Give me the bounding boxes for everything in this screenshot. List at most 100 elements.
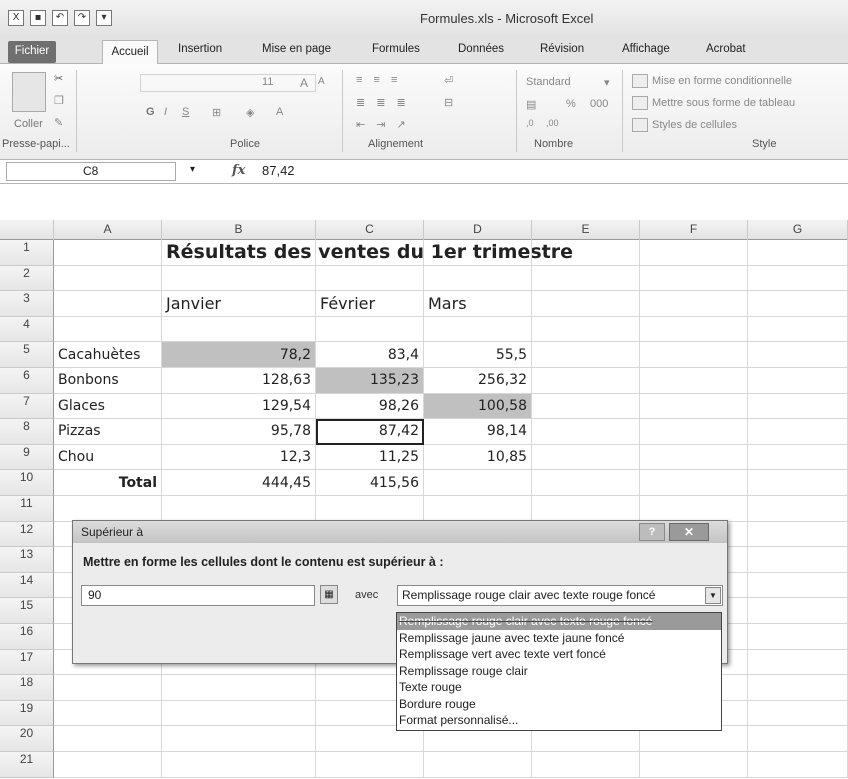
row-header[interactable]: 20 (0, 726, 54, 752)
cell[interactable] (532, 470, 640, 496)
column-header-g[interactable]: G (748, 220, 848, 240)
sales-value[interactable]: 98,26 (316, 393, 424, 420)
sales-value[interactable]: 78,2 (162, 342, 316, 368)
cell[interactable] (162, 700, 316, 727)
cell[interactable] (640, 368, 748, 394)
format-select[interactable]: Remplissage rouge clair avec texte rouge… (397, 585, 723, 606)
column-header-b[interactable]: B (162, 220, 316, 240)
option-custom-format[interactable]: Format personnalisé... (397, 712, 721, 729)
cell[interactable] (748, 700, 848, 727)
cell[interactable] (54, 675, 162, 701)
font-name-select[interactable] (140, 74, 316, 92)
align-horizontal-icons[interactable]: ≣ ≣ ≣ (356, 96, 410, 109)
cell[interactable] (748, 726, 848, 752)
format-painter-icon[interactable]: ✎ (54, 116, 63, 129)
row-header[interactable]: 18 (0, 675, 54, 701)
italic-button[interactable]: I (164, 106, 167, 118)
tab-review[interactable]: Révision (540, 43, 584, 55)
total-value[interactable]: 444,45 (162, 470, 316, 496)
month-header[interactable]: Mars (424, 291, 532, 317)
cell[interactable] (640, 496, 748, 522)
underline-button[interactable]: S (182, 106, 189, 118)
paste-icon[interactable] (12, 72, 46, 112)
row-header[interactable]: 19 (0, 700, 54, 727)
tab-insert[interactable]: Insertion (178, 43, 222, 55)
cell[interactable] (748, 649, 848, 676)
cell[interactable] (532, 444, 640, 471)
cell[interactable] (748, 470, 848, 496)
cell[interactable] (532, 291, 640, 317)
cell[interactable] (748, 521, 848, 548)
font-size-select[interactable]: 11 (262, 76, 273, 88)
cell[interactable] (640, 470, 748, 496)
cell[interactable] (748, 598, 848, 624)
active-cell[interactable]: 87,42 (316, 419, 424, 445)
cell[interactable] (748, 316, 848, 343)
sheet-title[interactable]: Résultats des ventes du 1er trimestre (162, 240, 573, 266)
cell[interactable] (532, 368, 640, 394)
cell[interactable] (532, 752, 640, 778)
cell[interactable] (424, 752, 532, 778)
tab-view[interactable]: Affichage (622, 43, 670, 55)
row-header[interactable]: 3 (0, 291, 54, 317)
option-light-red-fill-dark-red-text[interactable]: Remplissage rouge clair avec texte rouge… (397, 613, 721, 630)
cell[interactable] (424, 316, 532, 343)
cell[interactable] (748, 291, 848, 317)
thousands-button[interactable]: 000 (590, 98, 608, 110)
cell[interactable] (316, 752, 424, 778)
sales-value[interactable]: 256,32 (424, 368, 532, 394)
cell[interactable] (640, 265, 748, 292)
chevron-down-icon[interactable]: ▼ (705, 587, 721, 604)
cell[interactable] (54, 265, 162, 292)
cell[interactable] (748, 368, 848, 394)
cell[interactable] (424, 496, 532, 522)
sales-value[interactable]: 10,85 (424, 444, 532, 471)
bold-button[interactable]: G (146, 106, 155, 118)
sales-value[interactable]: 100,58 (424, 393, 532, 420)
cell[interactable] (424, 240, 532, 266)
tab-page-layout[interactable]: Mise en page (262, 43, 331, 55)
cell[interactable] (640, 240, 748, 266)
column-header-d[interactable]: D (424, 220, 532, 240)
cell[interactable] (162, 726, 316, 752)
cell[interactable] (748, 572, 848, 599)
cell[interactable] (532, 316, 640, 343)
total-value[interactable]: 415,56 (316, 470, 424, 496)
align-top-icons[interactable]: ≡ ≡ ≡ (356, 74, 401, 86)
tab-formulas[interactable]: Formules (372, 43, 420, 55)
row-header[interactable]: 13 (0, 547, 54, 573)
month-header[interactable]: Février (316, 291, 424, 317)
save-icon[interactable]: ▪ (30, 10, 46, 26)
cell[interactable] (532, 342, 640, 368)
cell[interactable] (316, 240, 424, 266)
sales-value[interactable]: 95,78 (162, 419, 316, 445)
column-header-f[interactable]: F (640, 220, 748, 240)
formula-input[interactable]: 87,42 (262, 163, 295, 178)
cell[interactable] (54, 700, 162, 727)
tab-file[interactable]: Fichier (8, 41, 56, 63)
cell[interactable] (640, 393, 748, 420)
cell-styles-button[interactable]: Styles de cellules (632, 118, 737, 132)
grow-font-icon[interactable]: A (300, 76, 308, 90)
fill-color-icon[interactable]: ◈ (246, 106, 254, 119)
cell[interactable] (640, 444, 748, 471)
row-header[interactable]: 21 (0, 752, 54, 778)
select-all-corner[interactable] (0, 220, 54, 240)
help-button[interactable]: ? (639, 523, 665, 541)
tab-home[interactable]: Accueil (102, 40, 158, 65)
product-label[interactable]: Glaces (54, 393, 162, 420)
cell[interactable] (748, 342, 848, 368)
cell[interactable] (316, 496, 424, 522)
undo-icon[interactable]: ↶ (52, 10, 68, 26)
cell[interactable] (316, 265, 424, 292)
option-yellow-fill-dark-yellow-text[interactable]: Remplissage jaune avec texte jaune foncé (397, 630, 721, 647)
cell[interactable] (162, 752, 316, 778)
row-header[interactable]: 11 (0, 496, 54, 522)
cell[interactable] (748, 393, 848, 420)
cell[interactable] (748, 265, 848, 292)
total-value[interactable] (424, 470, 532, 496)
cell[interactable] (748, 675, 848, 701)
sales-value[interactable]: 11,25 (316, 444, 424, 471)
collapse-dialog-icon[interactable]: ▦ (320, 585, 338, 604)
cell[interactable] (640, 419, 748, 445)
